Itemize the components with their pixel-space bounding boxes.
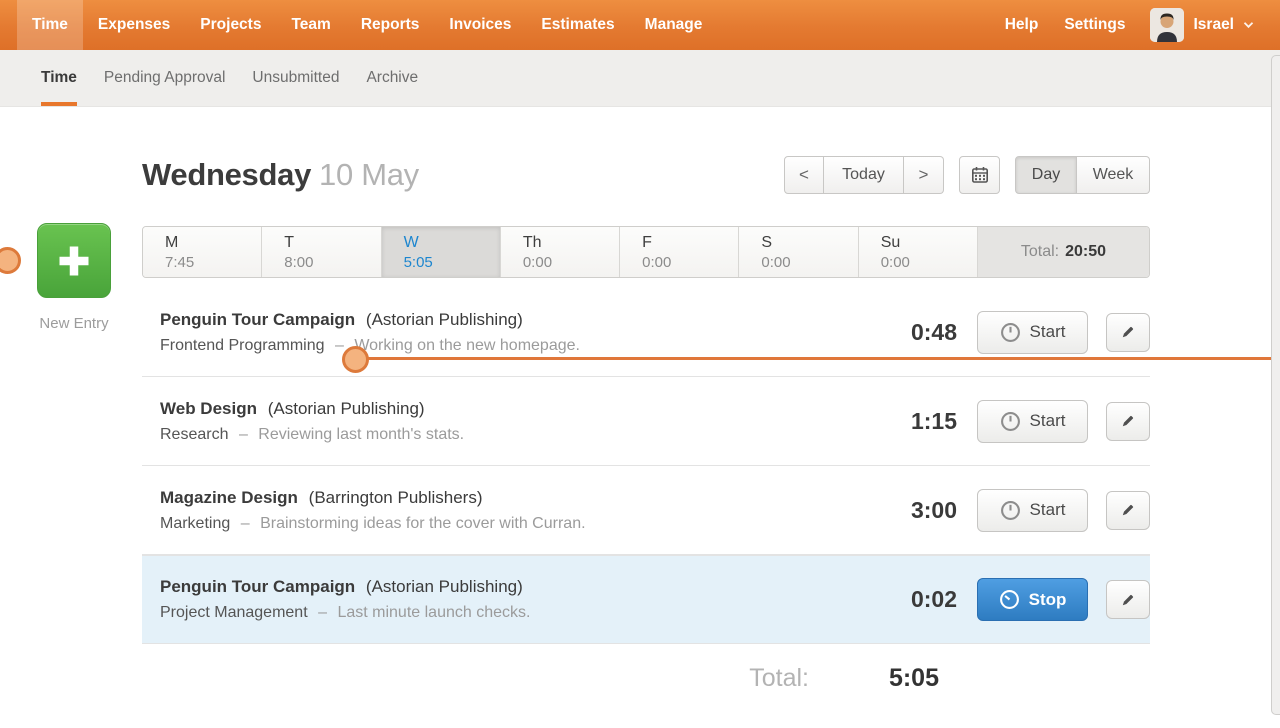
entry-task: Research [160,425,229,443]
day-total-label: Total: [749,664,809,692]
calendar-button[interactable] [959,156,1000,194]
entry-notes: Working on the new homepage. [354,336,580,354]
entry-notes: Last minute launch checks. [337,604,531,621]
edit-entry-button[interactable] [1106,312,1150,352]
time-entries-list: Penguin Tour Campaign (Astorian Publishi… [142,288,1150,644]
annotation-dot-left [0,247,21,274]
week-total: Total: 20:50 [977,227,1149,277]
time-subnav: Time Pending Approval Unsubmitted Archiv… [0,50,1280,107]
nav-item-invoices[interactable]: Invoices [434,0,526,50]
entry-client: (Astorian Publishing) [365,309,523,329]
chevron-down-icon [1243,22,1254,29]
view-toggle-group: Day Week [1015,156,1150,194]
subtab-archive[interactable]: Archive [366,50,418,106]
date-text: 10 May [319,157,419,192]
top-nav: Time Expenses Projects Team Reports Invo… [0,0,1280,50]
start-timer-button[interactable]: Start [977,488,1088,532]
user-menu[interactable]: Israel [1138,0,1258,50]
entry-task: Marketing [160,514,231,532]
nav-item-projects[interactable]: Projects [185,0,276,50]
edit-entry-button[interactable] [1106,580,1150,619]
day-tab-friday[interactable]: F 0:00 [620,227,740,277]
annotation-dot-entry [342,346,369,373]
user-name: Israel [1193,16,1234,33]
entry-client: (Astorian Publishing) [267,398,425,418]
entry-duration[interactable]: 1:15 [872,408,957,435]
annotation-line [355,357,1280,360]
day-tab-saturday[interactable]: S 0:00 [739,227,859,277]
time-entry-row: Penguin Tour Campaign (Astorian Publishi… [142,288,1150,377]
day-tab-sunday[interactable]: Su 0:00 [858,227,978,277]
nav-item-reports[interactable]: Reports [346,0,435,50]
nav-utility: Help Settings Israel [992,0,1258,50]
day-tab-tuesday[interactable]: T 8:00 [262,227,382,277]
entry-project: Penguin Tour Campaign [160,309,356,329]
timer-clock-icon [1000,500,1020,520]
week-view-button[interactable]: Week [1077,156,1150,194]
entry-duration[interactable]: 0:48 [872,319,957,346]
entry-client: (Astorian Publishing) [365,577,523,596]
new-entry: New Entry [37,223,111,332]
scrollbar[interactable] [1271,55,1280,715]
subtab-pending-approval[interactable]: Pending Approval [104,50,226,106]
pencil-icon [1122,326,1134,338]
day-total-value: 5:05 [888,664,939,692]
nav-item-estimates[interactable]: Estimates [526,0,629,50]
entry-project: Magazine Design [160,487,298,507]
pencil-icon [1122,504,1134,516]
timer-clock-icon [1000,322,1020,342]
date-controls: < Today > Day Week [784,156,1150,194]
calendar-icon [971,167,988,183]
nav-item-time[interactable]: Time [17,0,83,50]
day-view-button[interactable]: Day [1015,156,1077,194]
timer-clock-icon [1000,411,1020,431]
subtab-time[interactable]: Time [41,50,77,106]
new-entry-label: New Entry [39,315,109,332]
next-day-button[interactable]: > [904,156,944,194]
time-entry-row-running: Penguin Tour Campaign (Astorian Publishi… [142,555,1150,644]
time-entry-row: Magazine Design (Barrington Publishers) … [142,466,1150,555]
main-menu: Time Expenses Projects Team Reports Invo… [17,0,717,50]
entry-task: Frontend Programming [160,336,325,354]
plus-icon [59,246,89,275]
timer-clock-icon [999,590,1019,609]
date-nav-group: < Today > [784,156,944,194]
nav-item-team[interactable]: Team [276,0,345,50]
settings-link[interactable]: Settings [1051,0,1138,50]
pencil-icon [1122,594,1134,605]
entry-notes: Brainstorming ideas for the cover with C… [260,514,586,532]
day-name: Wednesday [142,157,312,192]
subtab-unsubmitted[interactable]: Unsubmitted [252,50,339,106]
day-total: Total: 5:05 [142,664,1150,693]
entry-project: Web Design [160,398,257,418]
nav-item-manage[interactable]: Manage [630,0,718,50]
stop-timer-button[interactable]: Stop [977,578,1088,621]
day-tab-wednesday[interactable]: W 5:05 [381,227,501,277]
nav-item-expenses[interactable]: Expenses [83,0,185,50]
prev-day-button[interactable]: < [784,156,824,194]
day-tab-thursday[interactable]: Th 0:00 [500,227,621,277]
help-link[interactable]: Help [992,0,1052,50]
avatar [1150,8,1185,42]
start-timer-button[interactable]: Start [977,399,1088,443]
date-header: Wednesday 10 May < Today > Day Week [142,152,1150,198]
entry-client: (Barrington Publishers) [308,487,483,507]
time-entry-row: Web Design (Astorian Publishing) Researc… [142,377,1150,466]
entry-notes: Reviewing last month's stats. [258,425,465,443]
entry-task: Project Management [160,604,308,621]
page-title: Wednesday 10 May [142,157,419,193]
new-entry-button[interactable] [37,223,111,298]
edit-entry-button[interactable] [1106,490,1150,530]
day-tab-monday[interactable]: M 7:45 [143,227,263,277]
week-strip: M 7:45 T 8:00 W 5:05 Th 0:00 F 0:00 S 0:… [142,226,1150,278]
entry-project: Penguin Tour Campaign [160,577,356,596]
edit-entry-button[interactable] [1106,401,1150,441]
pencil-icon [1122,415,1134,427]
entry-duration[interactable]: 0:02 [872,586,957,613]
timesheet-content: Wednesday 10 May < Today > Day Week M 7:… [142,107,1150,693]
today-button[interactable]: Today [824,156,904,194]
entry-duration[interactable]: 3:00 [872,497,957,524]
start-timer-button[interactable]: Start [977,310,1088,354]
